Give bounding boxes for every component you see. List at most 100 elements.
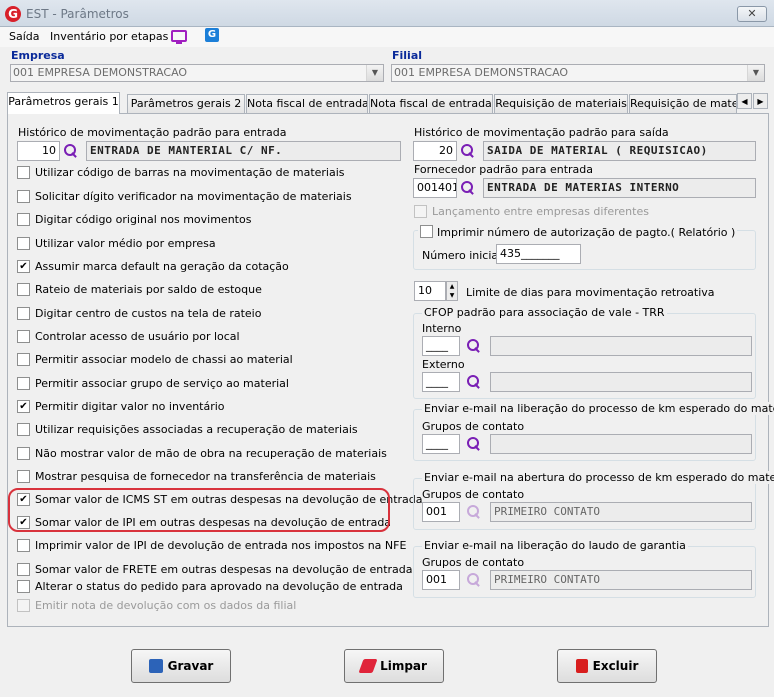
checkbox	[414, 205, 427, 218]
limpar-label: Limpar	[380, 659, 427, 673]
email2-code-input[interactable]: 001	[422, 502, 460, 522]
imprimir-label: Imprimir número de autorização de pagto.…	[437, 226, 736, 239]
option-label: Digitar centro de custos na tela de rate…	[35, 307, 262, 320]
email3-title: Enviar e-mail na liberação do laudo de g…	[422, 539, 688, 552]
search-icon[interactable]	[467, 339, 481, 353]
numero-inicial-label: Número inicial	[422, 249, 502, 262]
option-label: Somar valor de FRETE em outras despesas …	[35, 563, 413, 576]
option-label: Imprimir valor de IPI de devolução de en…	[35, 539, 407, 552]
tab-nota-fiscal-entrada[interactable]: Nota fiscal de entrada	[246, 94, 368, 113]
tab-parametros-gerais-1[interactable]: Parâmetros gerais 1	[7, 92, 120, 114]
cfop-title: CFOP padrão para associação de vale - TR…	[422, 306, 667, 319]
app-g-icon[interactable]: G	[205, 28, 219, 42]
close-button[interactable]: ✕	[737, 6, 767, 22]
checkbox[interactable]	[17, 307, 30, 320]
checkbox[interactable]	[17, 283, 30, 296]
email3-grupos-label: Grupos de contato	[422, 556, 525, 569]
option-label: Permitir associar grupo de serviço ao ma…	[35, 377, 289, 390]
hist-entrada-desc: ENTRADA DE MANTERIAL C/ NF.	[86, 141, 401, 161]
spinner-arrows-icon[interactable]: ▲ ▼	[446, 281, 458, 301]
search-icon[interactable]	[461, 144, 475, 158]
checkbox[interactable]	[17, 423, 30, 436]
email1-grupos-label: Grupos de contato	[422, 420, 525, 433]
checkbox[interactable]	[17, 539, 30, 552]
search-icon[interactable]	[467, 437, 481, 451]
checkbox[interactable]: ✔	[17, 400, 30, 413]
option-label: Assumir marca default na geração da cota…	[35, 260, 289, 273]
option-label: Permitir digitar valor no inventário	[35, 400, 225, 413]
limpar-button[interactable]: Limpar	[344, 649, 444, 683]
option-label: Mostrar pesquisa de fornecedor na transf…	[35, 470, 376, 483]
gravar-button[interactable]: Gravar	[131, 649, 231, 683]
tab-strip: Parâmetros gerais 1 Parâmetros gerais 2 …	[7, 92, 769, 114]
chevron-down-icon[interactable]: ▼	[747, 65, 764, 81]
empresa-value: 001 EMPRESA DEMONSTRACAO	[13, 66, 188, 79]
dias-input[interactable]: 10	[414, 281, 446, 301]
checkbox[interactable]	[17, 353, 30, 366]
imprimir-checkbox[interactable]: Imprimir número de autorização de pagto.…	[418, 223, 738, 239]
checkbox[interactable]	[17, 447, 30, 460]
interno-input[interactable]: ____	[422, 336, 460, 356]
floppy-disk-icon	[148, 659, 163, 673]
tab-scroll-left-icon[interactable]: ◀	[737, 93, 752, 109]
search-icon[interactable]	[467, 375, 481, 389]
excluir-button[interactable]: Excluir	[557, 649, 657, 683]
tab-requisicao-materiais-2[interactable]: Requisição de materi	[629, 94, 737, 113]
option-label: Permitir associar modelo de chassi ao ma…	[35, 353, 293, 366]
eraser-icon	[358, 659, 378, 673]
menu-item-saida[interactable]: Saída	[9, 30, 40, 43]
checkbox[interactable]	[420, 225, 433, 238]
hist-saida-label: Histórico de movimentação padrão para sa…	[414, 126, 669, 139]
checkbox[interactable]: ✔	[17, 260, 30, 273]
filial-select[interactable]: 001 EMPRESA DEMONSTRACAO ▼	[391, 64, 765, 82]
email2-desc: PRIMEIRO CONTATO	[490, 502, 752, 522]
dias-label: Limite de dias para movimentação retroat…	[466, 286, 715, 299]
fornecedor-code-input[interactable]: 001401	[413, 178, 457, 198]
tab-nota-fiscal-entrada-2[interactable]: Nota fiscal de entrada 2	[369, 94, 493, 113]
checkbox[interactable]	[17, 563, 30, 576]
checkbox[interactable]	[17, 580, 30, 593]
search-icon[interactable]	[467, 573, 481, 587]
checkbox[interactable]	[17, 330, 30, 343]
chevron-down-icon[interactable]: ▼	[366, 65, 383, 81]
email1-desc	[490, 434, 752, 454]
hist-saida-code-input[interactable]: 20	[413, 141, 457, 161]
email3-code-input[interactable]: 001	[422, 570, 460, 590]
option-label: Emitir nota de devolução com os dados da…	[35, 599, 297, 612]
checkbox[interactable]	[17, 377, 30, 390]
option-label: Alterar o status do pedido para aprovado…	[35, 580, 403, 593]
menu-item-inventario[interactable]: Inventário por etapas	[50, 30, 168, 43]
search-icon[interactable]	[64, 144, 78, 158]
checkbox[interactable]	[17, 237, 30, 250]
option-label: Digitar código original nos movimentos	[35, 213, 252, 226]
checkbox[interactable]	[17, 213, 30, 226]
tab-requisicao-materiais[interactable]: Requisição de materiais	[494, 94, 628, 113]
monitor-icon[interactable]	[171, 30, 187, 44]
externo-input[interactable]: ____	[422, 372, 460, 392]
filial-label: Filial	[392, 49, 423, 62]
fornecedor-desc: ENTRADA DE MATERIAS INTERNO	[483, 178, 756, 198]
hist-saida-desc: SAIDA DE MATERIAL ( REQUISICAO)	[483, 141, 756, 161]
option-label: Solicitar dígito verificador na moviment…	[35, 190, 352, 203]
tab-scroll-right-icon[interactable]: ▶	[753, 93, 768, 109]
hist-entrada-code-input[interactable]: 10	[17, 141, 60, 161]
filial-value: 001 EMPRESA DEMONSTRACAO	[394, 66, 569, 79]
tab-parametros-gerais-2[interactable]: Parâmetros gerais 2	[127, 94, 245, 113]
empresa-select[interactable]: 001 EMPRESA DEMONSTRACAO ▼	[10, 64, 384, 82]
option-label: Utilizar valor médio por empresa	[35, 237, 216, 250]
lancamento-label: Lançamento entre empresas diferentes	[432, 205, 649, 218]
search-icon[interactable]	[461, 181, 475, 195]
app-logo-icon: G	[5, 6, 21, 22]
checkbox[interactable]	[17, 166, 30, 179]
search-icon[interactable]	[467, 505, 481, 519]
interno-desc	[490, 336, 752, 356]
email2-grupos-label: Grupos de contato	[422, 488, 525, 501]
numero-inicial-input[interactable]: 435_______	[496, 244, 581, 264]
checkbox[interactable]	[17, 190, 30, 203]
email3-desc: PRIMEIRO CONTATO	[490, 570, 752, 590]
email1-code-input[interactable]: ____	[422, 434, 460, 454]
checkbox[interactable]	[17, 470, 30, 483]
window-title: EST - Parâmetros	[26, 7, 129, 21]
externo-desc	[490, 372, 752, 392]
email1-title: Enviar e-mail na liberação do processo d…	[422, 402, 774, 415]
